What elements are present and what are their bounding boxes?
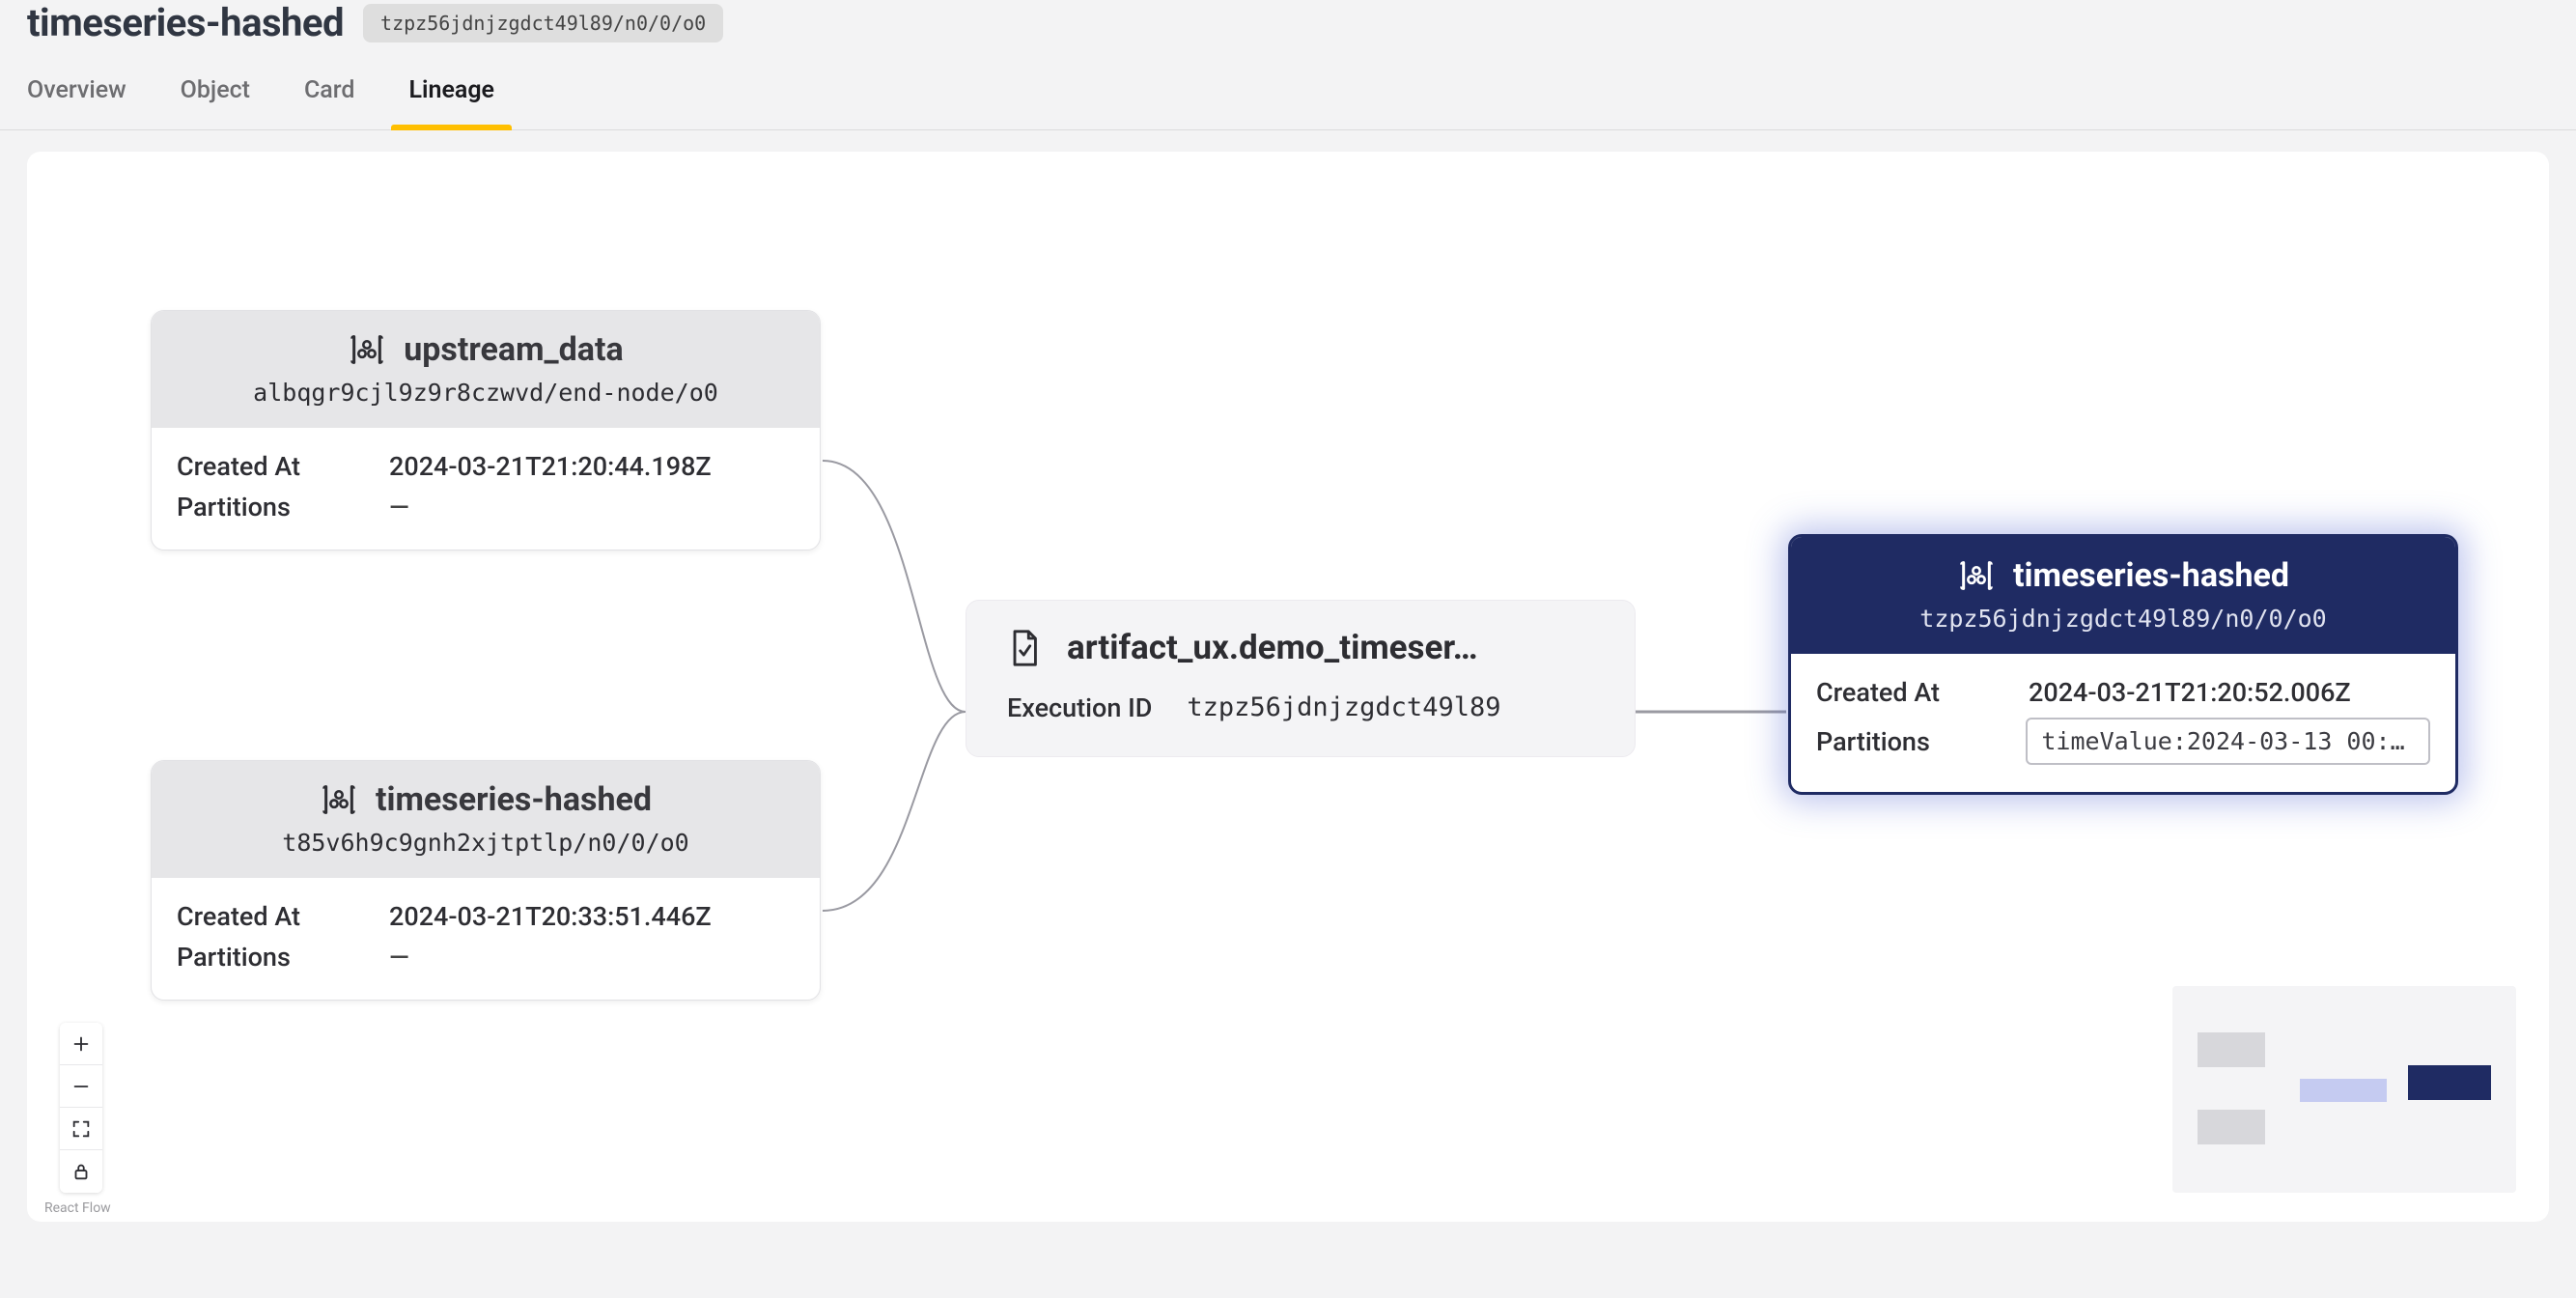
- workflow-icon: [1007, 629, 1042, 667]
- node-upstream-data[interactable]: upstream_data albqgr9cjl9z9r8czwvd/end-n…: [151, 310, 821, 550]
- partitions-value: —: [389, 492, 409, 522]
- created-at-value: 2024-03-21T21:20:44.198Z: [389, 451, 712, 482]
- artifact-id-chip[interactable]: tzpz56jdnjzgdct49l89/n0/0/o0: [363, 4, 723, 42]
- node-execution[interactable]: artifact_ux.demo_timeser… Execution ID t…: [966, 600, 1636, 757]
- minimap-node-selected: [2408, 1065, 2491, 1100]
- partitions-label: Partitions: [1816, 726, 2026, 757]
- page-header: timeseries-hashed tzpz56jdnjzgdct49l89/n…: [0, 0, 2576, 57]
- plus-icon: [70, 1033, 92, 1055]
- node-title: timeseries-hashed: [376, 780, 652, 819]
- lock-icon: [70, 1161, 92, 1182]
- tab-lineage[interactable]: Lineage: [408, 76, 494, 129]
- execution-title: artifact_ux.demo_timeser…: [1067, 628, 1478, 667]
- minus-icon: [70, 1076, 92, 1097]
- tab-card[interactable]: Card: [304, 76, 355, 129]
- execution-id-value: tzpz56jdnjzgdct49l89: [1187, 692, 1500, 723]
- zoom-controls: [60, 1023, 102, 1193]
- page-title: timeseries-hashed: [27, 0, 344, 45]
- node-subtitle: albqgr9cjl9z9r8czwvd/end-node/o0: [171, 379, 800, 407]
- fullscreen-icon: [70, 1118, 92, 1140]
- partition-badge[interactable]: timeValue:2024-03-13 00:0…: [2026, 718, 2430, 765]
- zoom-out-button[interactable]: [60, 1065, 102, 1108]
- node-timeseries-hashed-selected[interactable]: timeseries-hashed tzpz56jdnjzgdct49l89/n…: [1788, 534, 2458, 795]
- lineage-canvas[interactable]: upstream_data albqgr9cjl9z9r8czwvd/end-n…: [27, 152, 2549, 1222]
- partitions-label: Partitions: [177, 942, 389, 973]
- artifact-icon: [348, 330, 386, 369]
- execution-id-label: Execution ID: [1007, 692, 1152, 723]
- tab-object[interactable]: Object: [181, 76, 250, 129]
- minimap-node: [2300, 1079, 2387, 1102]
- minimap-node: [2198, 1110, 2265, 1144]
- node-timeseries-hashed-input[interactable]: timeseries-hashed t85v6h9c9gnh2xjtptlp/n…: [151, 760, 821, 1001]
- tab-overview[interactable]: Overview: [27, 76, 126, 129]
- fit-view-button[interactable]: [60, 1108, 102, 1150]
- artifact-icon: [1957, 556, 1996, 595]
- reactflow-brand: React Flow: [44, 1200, 111, 1216]
- node-title: upstream_data: [404, 330, 623, 369]
- created-at-value: 2024-03-21T20:33:51.446Z: [389, 901, 712, 932]
- node-subtitle: tzpz56jdnjzgdct49l89/n0/0/o0: [1810, 605, 2436, 633]
- minimap[interactable]: [2172, 986, 2516, 1193]
- node-title: timeseries-hashed: [2013, 556, 2289, 595]
- lock-button[interactable]: [60, 1150, 102, 1193]
- tab-bar: Overview Object Card Lineage: [0, 57, 2576, 130]
- partitions-label: Partitions: [177, 492, 389, 522]
- node-subtitle: t85v6h9c9gnh2xjtptlp/n0/0/o0: [171, 829, 800, 857]
- zoom-in-button[interactable]: [60, 1023, 102, 1065]
- created-at-label: Created At: [1816, 677, 2029, 708]
- minimap-node: [2198, 1032, 2265, 1067]
- created-at-label: Created At: [177, 451, 389, 482]
- partitions-value: —: [389, 942, 409, 973]
- created-at-label: Created At: [177, 901, 389, 932]
- artifact-icon: [320, 780, 358, 819]
- created-at-value: 2024-03-21T21:20:52.006Z: [2029, 677, 2351, 708]
